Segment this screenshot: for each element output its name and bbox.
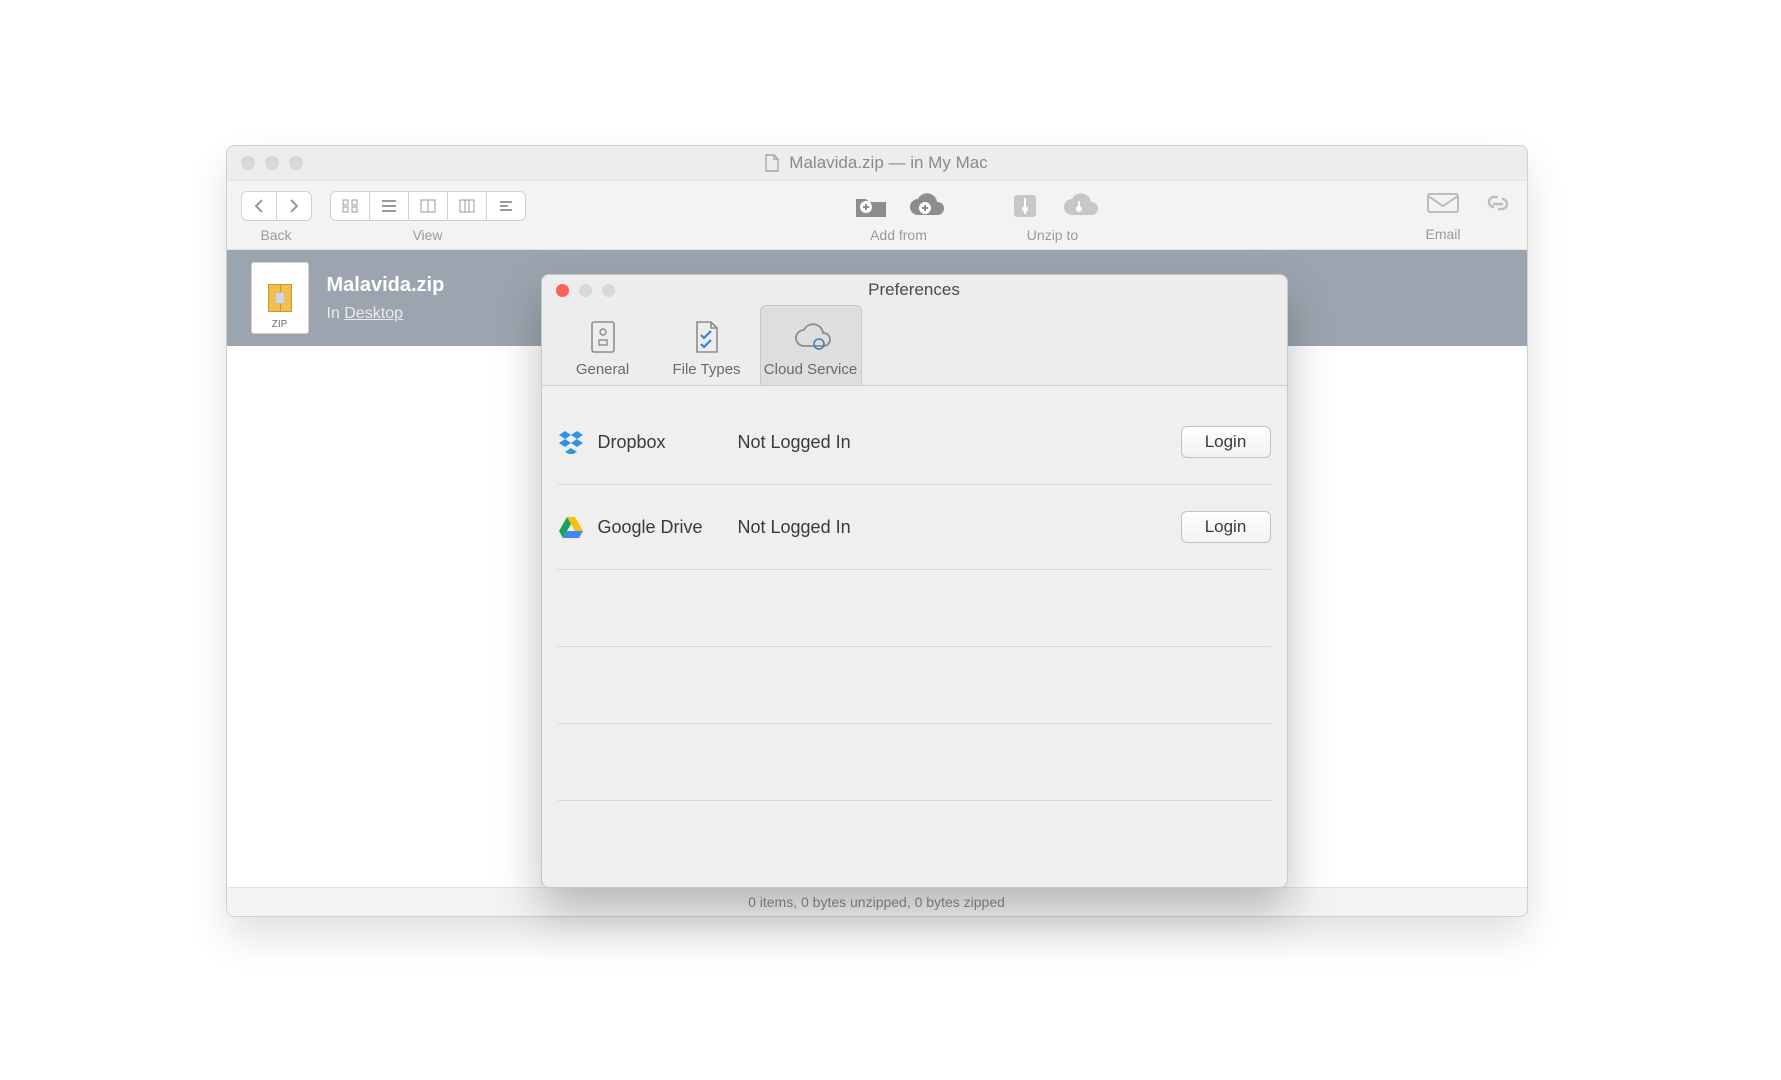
view-group: View xyxy=(330,191,526,243)
preferences-window: Preferences General File Types Cloud Ser… xyxy=(541,274,1288,888)
service-row-google-drive: Google Drive Not Logged In Login xyxy=(558,485,1271,570)
envelope-icon[interactable] xyxy=(1426,191,1460,220)
link-label xyxy=(1496,226,1500,242)
document-icon xyxy=(765,154,779,172)
zoom-pref-icon[interactable] xyxy=(602,284,615,297)
tab-general[interactable]: General xyxy=(552,305,654,385)
minimize-main-icon[interactable] xyxy=(265,156,279,170)
service-row-empty xyxy=(558,570,1271,647)
tab-general-label: General xyxy=(576,361,629,378)
view-seg xyxy=(330,191,526,221)
pref-tabbar: General File Types Cloud Service xyxy=(542,305,1287,386)
pref-titlebar: Preferences xyxy=(542,275,1287,305)
zip-file-icon xyxy=(251,262,309,334)
zoom-main-icon[interactable] xyxy=(289,156,303,170)
forward-button[interactable] xyxy=(276,192,311,220)
nav-group: Back xyxy=(241,191,312,243)
view-icons-button[interactable] xyxy=(331,192,369,220)
back-button[interactable] xyxy=(242,192,276,220)
tab-file-types[interactable]: File Types xyxy=(656,305,758,385)
cloud-add-icon[interactable] xyxy=(905,191,945,221)
view-columns-button[interactable] xyxy=(408,192,447,220)
folder-add-icon[interactable] xyxy=(851,191,891,221)
service-status: Not Logged In xyxy=(738,517,1181,538)
email-label: Email xyxy=(1425,226,1460,242)
service-row-empty xyxy=(558,724,1271,801)
link-item xyxy=(1483,191,1513,242)
main-window-title: Malavida.zip — in My Mac xyxy=(227,153,1527,173)
tab-cloud-service[interactable]: Cloud Service xyxy=(760,305,862,385)
back-label: Back xyxy=(260,227,291,243)
pref-title: Preferences xyxy=(542,280,1287,300)
file-types-icon xyxy=(693,319,721,355)
main-window-title-text: Malavida.zip — in My Mac xyxy=(789,153,987,173)
unzip-to-label: Unzip to xyxy=(1027,227,1078,243)
add-from-label: Add from xyxy=(870,227,927,243)
service-name: Google Drive xyxy=(598,517,703,538)
tab-file-types-label: File Types xyxy=(672,361,740,378)
email-item: Email xyxy=(1425,191,1460,242)
service-row-empty xyxy=(558,647,1271,724)
link-icon[interactable] xyxy=(1483,191,1513,220)
dropbox-icon xyxy=(558,429,584,455)
pref-body: Dropbox Not Logged In Login Google Drive… xyxy=(542,386,1287,819)
status-bar: 0 items, 0 bytes unzipped, 0 bytes zippe… xyxy=(227,887,1527,916)
cloud-service-icon xyxy=(791,319,831,355)
minimize-pref-icon[interactable] xyxy=(579,284,592,297)
login-button-google-drive[interactable]: Login xyxy=(1181,511,1271,543)
add-from-item: Add from xyxy=(851,191,945,243)
file-location-link[interactable]: Desktop xyxy=(344,305,403,322)
service-row-dropbox: Dropbox Not Logged In Login xyxy=(558,400,1271,485)
unzip-to-item: Unzip to xyxy=(1005,191,1099,243)
service-name: Dropbox xyxy=(598,432,666,453)
close-main-icon[interactable] xyxy=(241,156,255,170)
nav-seg xyxy=(241,191,312,221)
google-drive-icon xyxy=(558,514,584,540)
tab-cloud-service-label: Cloud Service xyxy=(764,361,857,378)
file-name: Malavida.zip xyxy=(327,274,445,297)
service-status: Not Logged In xyxy=(738,432,1181,453)
login-button-dropbox[interactable]: Login xyxy=(1181,426,1271,458)
view-arrange-button[interactable] xyxy=(486,192,525,220)
general-icon xyxy=(589,319,617,355)
view-label: View xyxy=(412,227,442,243)
view-list-button[interactable] xyxy=(369,192,408,220)
folder-unzip-icon[interactable] xyxy=(1005,191,1045,221)
main-toolbar: Back View xyxy=(227,181,1527,250)
traffic-lights xyxy=(241,156,303,170)
main-titlebar: Malavida.zip — in My Mac xyxy=(227,146,1527,181)
view-coverflow-button[interactable] xyxy=(447,192,486,220)
close-pref-icon[interactable] xyxy=(556,284,569,297)
file-location: In Desktop xyxy=(327,305,445,323)
cloud-unzip-icon[interactable] xyxy=(1059,191,1099,221)
